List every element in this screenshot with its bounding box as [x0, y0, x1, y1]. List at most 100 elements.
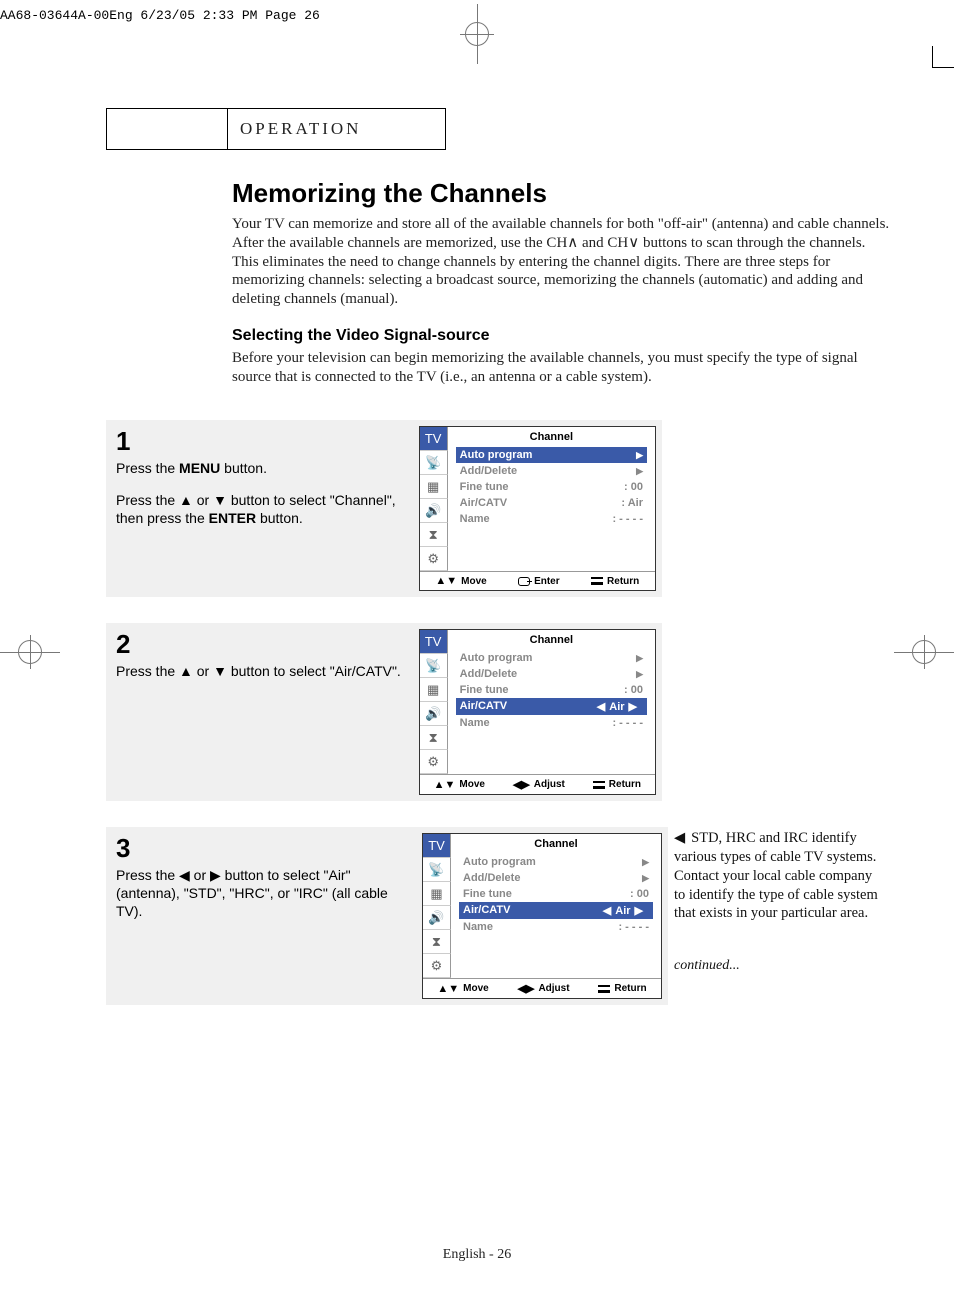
- osd-tab-icon: TV: [423, 834, 451, 858]
- updown-icon: ▲▼: [434, 779, 456, 791]
- step-block: 2 Press the ▲ or ▼ button to select "Air…: [106, 623, 662, 801]
- page-title: Memorizing the Channels: [232, 178, 892, 209]
- osd-footer: ▲▼Move Enter Return: [420, 571, 655, 590]
- section-label: OPERATION: [227, 109, 445, 149]
- osd-row: Name : - - - -: [456, 715, 647, 731]
- osd-row-label: Air/CATV: [460, 497, 507, 509]
- osd-tab-icon: ▦: [420, 678, 448, 702]
- osd-row-label: Auto program: [460, 449, 533, 461]
- step-number: 1: [116, 426, 413, 457]
- step-instruction-line: Press the ▲ or ▼ button to select "Chann…: [116, 491, 413, 527]
- section-tab: OPERATION: [106, 108, 446, 150]
- intro-paragraph: Your TV can memorize and store all of th…: [232, 215, 892, 309]
- osd-row: Fine tune : 00: [459, 886, 653, 902]
- osd-panel: TV📡▦🔊⧗⚙ Channel Auto program ▶ Add/Delet…: [422, 833, 662, 999]
- step-text: 2 Press the ▲ or ▼ button to select "Air…: [116, 629, 413, 680]
- osd-footer-mid: Adjust: [534, 779, 565, 790]
- step-number: 3: [116, 833, 416, 864]
- registration-mark-right: [894, 635, 954, 669]
- osd-title: Channel: [448, 630, 655, 650]
- osd-tab-icon: 📡: [420, 451, 448, 475]
- osd-title: Channel: [448, 427, 655, 447]
- osd-row-label: Add/Delete: [460, 465, 517, 477]
- osd-row-label: Auto program: [460, 652, 533, 664]
- osd-row: Auto program ▶: [459, 854, 653, 870]
- menu-icon: [593, 781, 605, 789]
- osd-tab-icon: 🔊: [423, 906, 451, 930]
- osd-footer-move: Move: [461, 576, 487, 587]
- page-footer: English - 26: [0, 1247, 954, 1263]
- osd-footer-mid: Adjust: [538, 983, 569, 994]
- osd-row-label: Air/CATV: [463, 904, 510, 917]
- osd-tab-icon: ⧗: [420, 726, 448, 750]
- osd-tab-icon: 🔊: [420, 702, 448, 726]
- osd-row-value: ▶: [636, 465, 643, 477]
- osd-row: Fine tune : 00: [456, 682, 647, 698]
- step-block: 1 Press the MENU button. Press the ▲ or ▼…: [106, 420, 662, 597]
- osd-row: Add/Delete ▶: [456, 666, 647, 682]
- osd-footer-return: Return: [614, 983, 646, 994]
- menu-icon: [598, 985, 610, 993]
- continued-label: continued...: [674, 957, 886, 975]
- crop-mark: [932, 46, 954, 68]
- print-header: AA68-03644A-00Eng 6/23/05 2:33 PM Page 2…: [0, 8, 320, 23]
- osd-footer-return: Return: [607, 576, 639, 587]
- step-number: 2: [116, 629, 413, 660]
- osd-tab-icon: ⧗: [423, 930, 451, 954]
- osd-row-value: ▶: [636, 668, 643, 680]
- osd-footer-mid: Enter: [534, 576, 560, 587]
- osd-row: Air/CATV : Air: [456, 495, 647, 511]
- osd-row: Name : - - - -: [456, 511, 647, 527]
- step-instruction-line: Press the MENU button.: [116, 459, 413, 477]
- osd-tab-icon: ⚙: [423, 954, 451, 978]
- osd-row: Air/CATV ◀ Air ▶: [459, 902, 653, 919]
- osd-tab-icon: 🔊: [420, 499, 448, 523]
- osd-row-label: Fine tune: [460, 684, 509, 696]
- osd-row-value: ▶: [642, 872, 649, 884]
- osd-tab-strip: TV📡▦🔊⧗⚙: [420, 427, 448, 571]
- osd-tab-icon: ▦: [423, 882, 451, 906]
- osd-footer-move: Move: [459, 779, 485, 790]
- osd-tab-icon: 📡: [420, 654, 448, 678]
- osd-row-value: ▶: [636, 449, 643, 461]
- leftright-icon: ◀▶: [518, 982, 535, 995]
- osd-row-label: Fine tune: [463, 888, 512, 900]
- main-content: Memorizing the Channels Your TV can memo…: [232, 178, 892, 386]
- osd-row-label: Add/Delete: [460, 668, 517, 680]
- osd-row-value: : - - - -: [612, 513, 643, 525]
- enter-icon: [518, 577, 530, 586]
- osd-footer: ▲▼Move ◀▶Adjust Return: [420, 774, 655, 794]
- subheading: Selecting the Video Signal-source: [232, 327, 892, 345]
- osd-tab-icon: ⚙: [420, 750, 448, 774]
- osd-row-label: Air/CATV: [460, 700, 507, 713]
- osd-row-value: : - - - -: [612, 717, 643, 729]
- osd-row-value: : 00: [624, 684, 643, 696]
- osd-title: Channel: [451, 834, 661, 854]
- registration-mark-left: [0, 635, 60, 669]
- osd-tab-strip: TV📡▦🔊⧗⚙: [423, 834, 451, 978]
- osd-panel: TV📡▦🔊⧗⚙ Channel Auto program ▶ Add/Delet…: [419, 629, 656, 795]
- osd-tab-icon: ▦: [420, 475, 448, 499]
- step-text: 1 Press the MENU button. Press the ▲ or ▼…: [116, 426, 413, 528]
- osd-tab-strip: TV📡▦🔊⧗⚙: [420, 630, 448, 774]
- osd-row-label: Auto program: [463, 856, 536, 868]
- osd-row: Air/CATV ◀ Air ▶: [456, 698, 647, 715]
- osd-row-value: : 00: [624, 481, 643, 493]
- osd-row-label: Add/Delete: [463, 872, 520, 884]
- osd-row-label: Name: [463, 921, 493, 933]
- subintro-paragraph: Before your television can begin memoriz…: [232, 349, 892, 387]
- osd-footer-move: Move: [463, 983, 489, 994]
- osd-tab-icon: 📡: [423, 858, 451, 882]
- osd-row: Auto program ▶: [456, 447, 647, 463]
- updown-icon: ▲▼: [437, 983, 459, 995]
- osd-panel: TV📡▦🔊⧗⚙ Channel Auto program ▶ Add/Delet…: [419, 426, 656, 591]
- osd-row: Fine tune : 00: [456, 479, 647, 495]
- osd-tab-icon: ⚙: [420, 547, 448, 571]
- osd-row-value: : Air: [621, 497, 643, 509]
- osd-row-label: Fine tune: [460, 481, 509, 493]
- osd-row-value: ▶: [636, 652, 643, 664]
- osd-footer-return: Return: [609, 779, 641, 790]
- osd-row: Name : - - - -: [459, 919, 653, 935]
- step-instruction-line: Press the ◀ or ▶ button to select "Air" …: [116, 866, 416, 921]
- side-note-text: STD, HRC and IRC identify various types …: [674, 830, 878, 921]
